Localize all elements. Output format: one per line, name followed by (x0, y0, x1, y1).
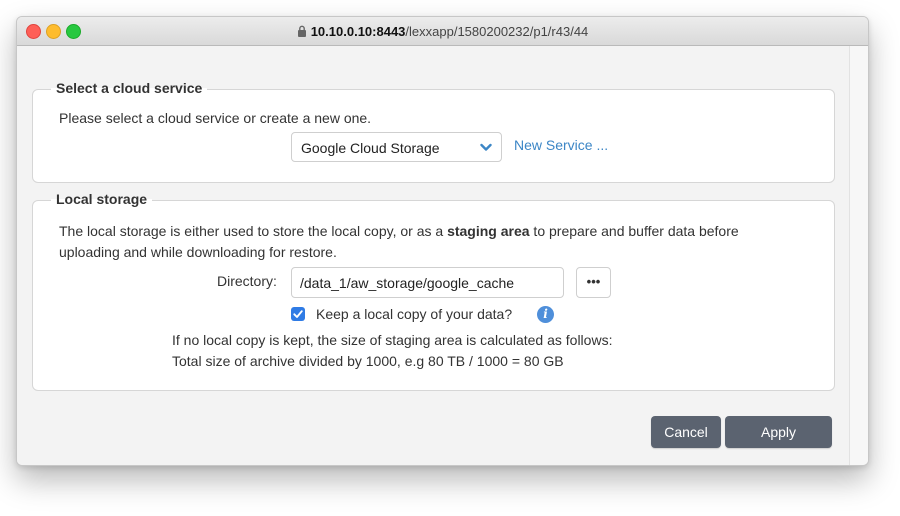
cloud-service-fieldset: Select a cloud service Please select a c… (32, 80, 835, 183)
url-host: 10.10.0.10:8443 (310, 24, 406, 39)
vertical-scrollbar[interactable] (849, 46, 868, 465)
address-bar[interactable]: 10.10.0.10:8443/lexxapp/1580200232/p1/r4… (17, 24, 868, 39)
cancel-button[interactable]: Cancel (651, 416, 721, 448)
keep-local-copy-checkbox[interactable] (291, 307, 305, 321)
cloud-service-select[interactable]: Google Cloud Storage (291, 132, 502, 162)
info-icon[interactable]: i (537, 306, 554, 323)
description-text-1: The local storage is either used to stor… (59, 223, 448, 239)
description-text-2: to prepare and buffer data before (529, 223, 739, 239)
cloud-service-legend: Select a cloud service (51, 80, 208, 96)
keep-local-copy-label[interactable]: Keep a local copy of your data? (316, 306, 512, 322)
title-bar: 10.10.0.10:8443/lexxapp/1580200232/p1/r4… (17, 17, 868, 46)
directory-input[interactable] (291, 267, 564, 298)
check-icon (293, 310, 303, 318)
staging-note-line-2: Total size of archive divided by 1000, e… (172, 353, 564, 369)
staging-note-line-1: If no local copy is kept, the size of st… (172, 332, 613, 348)
description-text-3: uploading and while downloading for rest… (59, 244, 337, 260)
chevron-down-icon (480, 143, 492, 151)
dialog-content: Select a cloud service Please select a c… (17, 46, 848, 465)
url-path: /lexxapp/1580200232/p1/r43/44 (405, 24, 589, 39)
directory-label: Directory: (217, 273, 277, 289)
cloud-service-description: Please select a cloud service or create … (59, 110, 372, 126)
apply-button[interactable]: Apply (725, 416, 832, 448)
cloud-service-selected-value: Google Cloud Storage (301, 140, 440, 156)
staging-area-emphasis: staging area (447, 223, 530, 239)
local-storage-fieldset: Local storage The local storage is eithe… (32, 191, 835, 391)
new-service-link[interactable]: New Service ... (514, 137, 608, 153)
local-storage-description: The local storage is either used to stor… (59, 221, 819, 263)
browser-window: 10.10.0.10:8443/lexxapp/1580200232/p1/r4… (16, 16, 869, 466)
browse-directory-button[interactable]: ••• (576, 267, 611, 298)
lock-icon (297, 25, 306, 37)
local-storage-legend: Local storage (51, 191, 153, 207)
